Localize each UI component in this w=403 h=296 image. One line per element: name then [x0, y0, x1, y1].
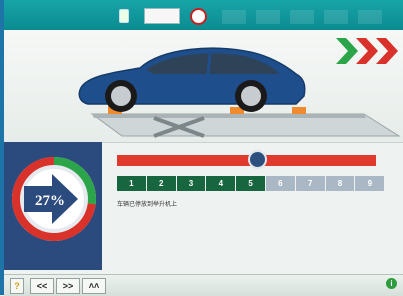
status-caption: 车辆已停放到举升机上 [117, 202, 178, 208]
vehicle-lift-stage [4, 30, 403, 142]
expand-up-button[interactable]: ˄˄ [82, 278, 106, 294]
step-5: 5 [236, 176, 265, 191]
tab-3[interactable] [290, 10, 314, 24]
step-2: 2 [146, 176, 176, 191]
help-button[interactable]: ? [10, 278, 24, 294]
step-7: 7 [295, 176, 325, 191]
step-progress-bar: 123456789 [117, 176, 385, 191]
tab-5[interactable] [358, 10, 382, 24]
position-slider-knob[interactable] [247, 150, 267, 169]
tab-1[interactable] [222, 10, 246, 24]
step-9: 9 [355, 176, 385, 191]
tab-2[interactable] [256, 10, 280, 24]
rear-wheel-rim [241, 86, 261, 106]
top-toolbar [4, 0, 403, 30]
info-icon[interactable]: i [386, 278, 397, 289]
position-slider-track[interactable] [117, 155, 376, 166]
forward-chevrons-icon [336, 38, 398, 64]
gauge-percent-label: 27% [35, 193, 65, 209]
step-8: 8 [325, 176, 355, 191]
front-wheel-rim [111, 86, 131, 106]
step-4: 4 [206, 176, 236, 191]
car-window-pillar [206, 53, 212, 75]
battery-icon[interactable] [119, 9, 129, 23]
tab-4[interactable] [324, 10, 348, 24]
step-6: 6 [266, 176, 295, 191]
lift-platform-edge [92, 114, 366, 118]
lift-pad-rear [292, 107, 306, 114]
previous-button[interactable]: << [30, 278, 54, 294]
bottom-toolbar: ? << >> ˄˄ [4, 274, 403, 296]
progress-gauge: 27% [12, 157, 96, 241]
step-1: 1 [117, 176, 146, 191]
toolbar-badge[interactable] [144, 8, 180, 24]
brand-logo-icon [190, 8, 207, 25]
next-button[interactable]: >> [56, 278, 80, 294]
step-3: 3 [176, 176, 206, 191]
